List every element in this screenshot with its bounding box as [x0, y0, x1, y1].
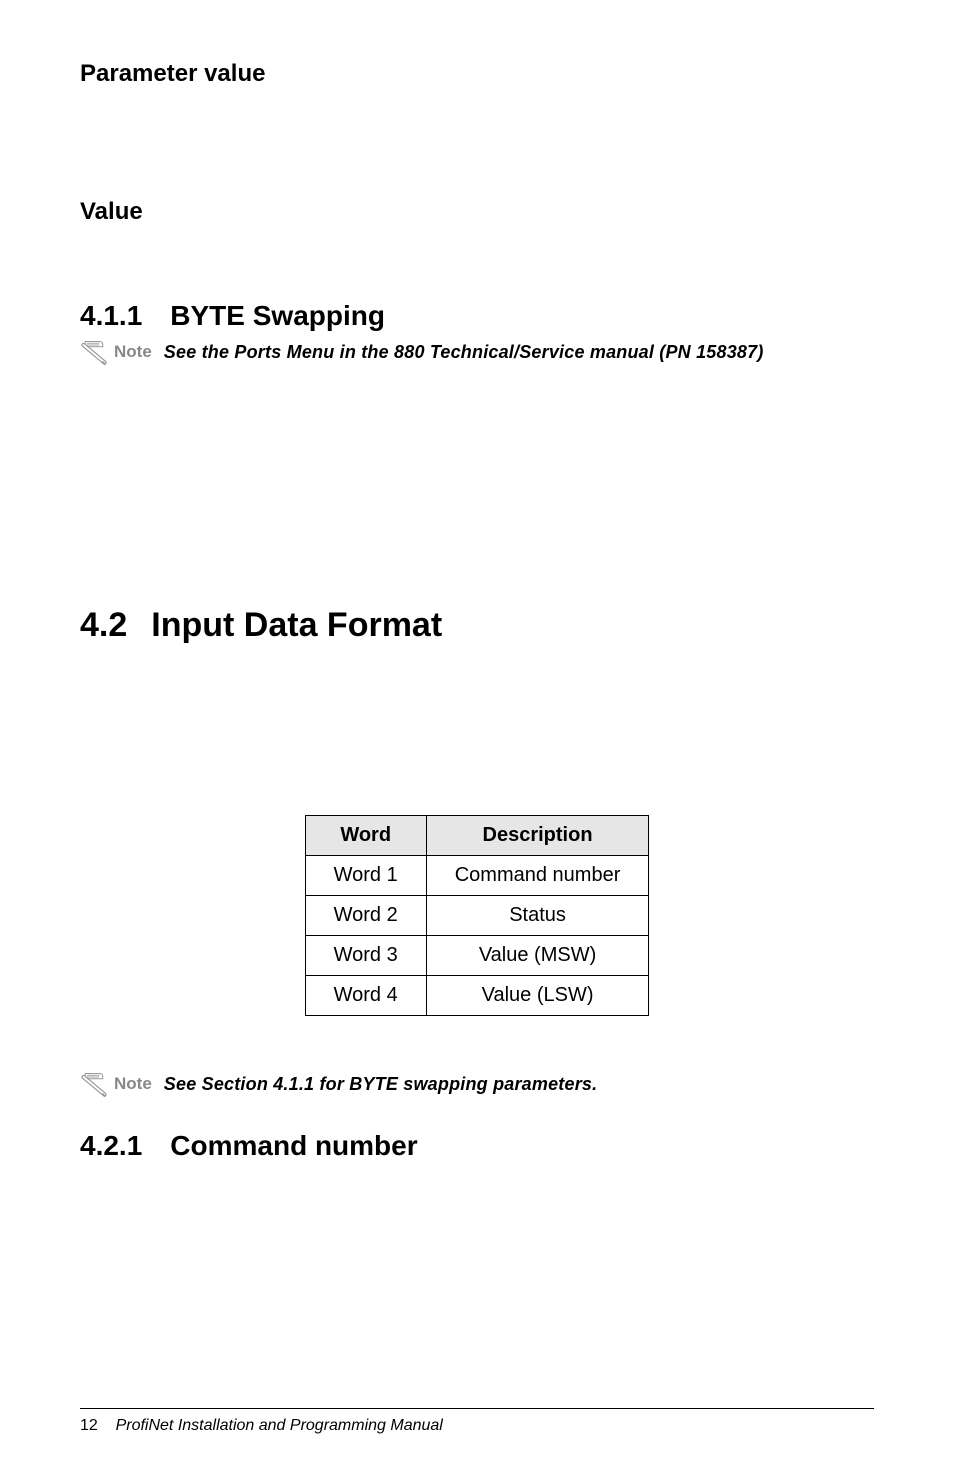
heading-number: 4.1.1 — [80, 300, 142, 332]
heading-command-number: 4.2.1 Command number — [80, 1130, 874, 1162]
word-description-table: Word Description Word 1 Command number W… — [305, 815, 650, 1016]
note-text: See the Ports Menu in the 880 Technical/… — [164, 342, 764, 363]
table-cell-desc: Value (LSW) — [426, 976, 649, 1016]
note-icon — [80, 338, 108, 366]
table-row: Word 1 Command number — [305, 856, 649, 896]
table-header-row: Word Description — [305, 816, 649, 856]
table-cell-desc: Command number — [426, 856, 649, 896]
table-cell-word: Word 3 — [305, 936, 426, 976]
heading-title: Input Data Format — [151, 606, 442, 645]
table-cell-desc: Status — [426, 896, 649, 936]
table-row: Word 3 Value (MSW) — [305, 936, 649, 976]
table-cell-desc: Value (MSW) — [426, 936, 649, 976]
heading-number: 4.2.1 — [80, 1130, 142, 1162]
note-label: Note — [114, 1074, 152, 1094]
footer-page-number: 12 — [80, 1417, 98, 1434]
note-ports-menu: Note See the Ports Menu in the 880 Techn… — [80, 338, 874, 366]
note-icon — [80, 1070, 108, 1098]
table-cell-word: Word 1 — [305, 856, 426, 896]
heading-parameter-value: Parameter value — [80, 60, 874, 88]
heading-title: Command number — [170, 1130, 417, 1162]
table-row: Word 4 Value (LSW) — [305, 976, 649, 1016]
heading-input-data-format: 4.2 Input Data Format — [80, 606, 874, 645]
heading-value: Value — [80, 198, 874, 226]
note-text: See Section 4.1.1 for BYTE swapping para… — [164, 1074, 598, 1095]
table-row: Word 2 Status — [305, 896, 649, 936]
note-label: Note — [114, 342, 152, 362]
table-cell-word: Word 2 — [305, 896, 426, 936]
table-cell-word: Word 4 — [305, 976, 426, 1016]
heading-number: 4.2 — [80, 606, 127, 645]
page-footer: 12 ProfiNet Installation and Programming… — [80, 1408, 874, 1435]
footer-title: ProfiNet Installation and Programming Ma… — [116, 1417, 443, 1434]
heading-title: BYTE Swapping — [170, 300, 385, 332]
note-byte-swap: Note See Section 4.1.1 for BYTE swapping… — [80, 1070, 874, 1098]
table-header-description: Description — [426, 816, 649, 856]
heading-byte-swapping: 4.1.1 BYTE Swapping — [80, 300, 874, 332]
table-header-word: Word — [305, 816, 426, 856]
